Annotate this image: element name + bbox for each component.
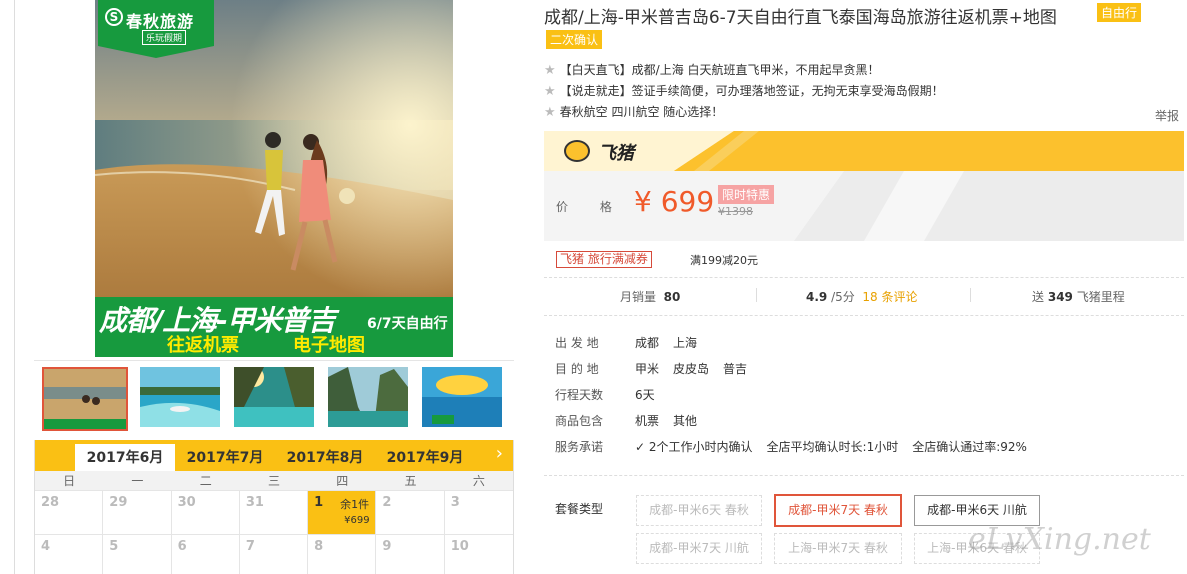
free-travel-badge: 自由行 [1097, 3, 1142, 22]
weekday: 日 [63, 474, 76, 488]
calendar-day: 10 [445, 535, 513, 574]
includes-row: 商品包含 机票 其他 [555, 414, 698, 428]
destination-row: 目 的 地甲米 皮皮岛 普吉 [555, 362, 748, 376]
weekday: 三 [267, 474, 280, 488]
day-price: ¥699 [344, 515, 370, 526]
package-option-selected[interactable]: 成都-甲米7天 春秋 [774, 494, 902, 527]
banner-days: 6/7天自由行 [367, 316, 448, 332]
date-calendar: 2017年6月 2017年7月 2017年8月 2017年9月 › 日 一 二 … [34, 440, 514, 574]
calendar-day: 5 [103, 535, 172, 574]
package-option[interactable]: 成都-甲米7天 川航 [636, 533, 762, 564]
calendar-day: 30 [171, 491, 240, 535]
calendar-day: 28 [35, 491, 104, 535]
brand-slogan: 乐玩假期 [142, 30, 187, 45]
calendar-day: 6 [172, 535, 240, 574]
tab-month-3[interactable]: 2017年8月 [275, 444, 375, 471]
divider [544, 277, 1184, 278]
weekday: 六 [472, 474, 485, 488]
thumbnail-4[interactable] [328, 367, 414, 431]
calendar-month-tabs: 2017年6月 2017年7月 2017年8月 2017年9月 › [35, 440, 513, 471]
divider [544, 475, 1184, 476]
price-label: 价 格 [556, 200, 626, 214]
calendar-day: 4 [35, 535, 104, 574]
reviews-link[interactable]: 18 条评论 [862, 290, 917, 304]
check-icon: ✓ [635, 440, 646, 454]
calendar-day: 3 [444, 491, 513, 535]
coupon-description: 满199减20元 [690, 254, 758, 267]
calendar-day: 29 [103, 491, 172, 535]
feature-item: ★ 春秋航空 四川航空 随心选择！ [544, 105, 724, 120]
star-icon: ★ [544, 84, 556, 99]
banner-map: 电子地图 [293, 335, 365, 356]
thumbnail-5[interactable] [422, 367, 508, 431]
main-product-image: S 春秋旅游 乐玩假期 成都/上海-甲米普吉 6/7天自由行 往返机票 电子地图 [95, 0, 453, 357]
calendar-day: 2 [376, 491, 445, 535]
star-icon: ★ [544, 105, 556, 120]
calendar-days: 28 29 30 31 1 余1件 ¥699 2 3 4 5 6 7 8 9 1… [35, 491, 513, 574]
star-icon: ★ [544, 63, 556, 78]
divider [544, 315, 1184, 316]
fliggy-name: 飞猪 [598, 143, 634, 164]
stat-separator [970, 288, 971, 302]
miles-reward: 送 349 飞猪里程 [1032, 290, 1125, 304]
thumbnail-1[interactable] [42, 367, 128, 431]
thumbnail-2[interactable] [140, 367, 226, 431]
calendar-day: 7 [240, 535, 309, 574]
banner-flight: 往返机票 [167, 335, 239, 356]
monthly-sales: 月销量 80 [620, 290, 681, 304]
thumbs-divider [34, 360, 514, 361]
image-banner: 成都/上海-甲米普吉 6/7天自由行 往返机票 电子地图 [95, 297, 453, 357]
thumbnail-3[interactable] [234, 367, 320, 431]
departure-row: 出 发 地成都 上海 [555, 336, 698, 350]
brand-s-icon: S [105, 8, 123, 26]
package-option[interactable]: 上海-甲米7天 春秋 [774, 533, 902, 564]
weekday: 五 [404, 474, 417, 488]
current-price: ¥ 699 [634, 185, 715, 218]
tab-month-1[interactable]: 2017年6月 [75, 444, 175, 471]
weekday: 一 [131, 474, 144, 488]
chevron-right-icon[interactable]: › [496, 443, 503, 464]
package-label: 套餐类型 [555, 502, 604, 516]
coupon-badge[interactable]: 飞猪 旅行满减券 [556, 251, 652, 268]
brand-name: 春秋旅游 [126, 12, 195, 31]
confirm-badge: 二次确认 [546, 30, 603, 49]
tab-month-2[interactable]: 2017年7月 [175, 444, 275, 471]
service-row: 服务承诺 ✓ 2个工作小时内确认 全店平均确认时长:1小时 全店确认通过率:92% [555, 440, 1027, 454]
duration-row: 行程天数 6天 [555, 388, 655, 402]
fliggy-pig-icon [564, 140, 590, 162]
calendar-day: 9 [376, 535, 445, 574]
limited-offer-badge: 限时特惠 [718, 185, 775, 204]
brand-logo: S 春秋旅游 乐玩假期 [98, 0, 214, 58]
rating: 4.9 /5分 18 条评论 [806, 290, 918, 304]
feature-item: ★ 【白天直飞】成都/上海 白天航班直飞甲米，不用起早贪黑！ [544, 63, 880, 78]
calendar-day: 31 [239, 491, 309, 535]
site-watermark: eLvXing.net [968, 522, 1151, 557]
report-link[interactable]: 举报 [1155, 107, 1179, 124]
weekday: 二 [199, 474, 212, 488]
fliggy-bar: 飞猪 [544, 131, 1184, 171]
calendar-day-selected[interactable]: 1 余1件 ¥699 [308, 491, 377, 535]
weekday: 四 [336, 474, 349, 488]
original-price: ¥1398 [718, 205, 753, 218]
tab-month-4[interactable]: 2017年9月 [375, 444, 475, 471]
calendar-day: 8 [308, 535, 377, 574]
day-number: 1 [314, 495, 324, 510]
price-panel: 价 格 ¥ 699 限时特惠 ¥1398 [544, 171, 1184, 241]
package-option[interactable]: 成都-甲米6天 春秋 [636, 495, 762, 526]
weekday-header: 日 一 二 三 四 五 六 [35, 471, 513, 491]
product-title: 成都/上海-甲米普吉岛6-7天自由行直飞泰国海岛旅游往返机票+地图 [544, 8, 1057, 28]
feature-item: ★ 【说走就走】签证手续简便，可办理落地签证，无拘无束享受海岛假期！ [544, 84, 944, 99]
day-remaining: 余1件 [340, 498, 370, 511]
stat-separator [756, 288, 757, 302]
left-border [14, 0, 15, 574]
